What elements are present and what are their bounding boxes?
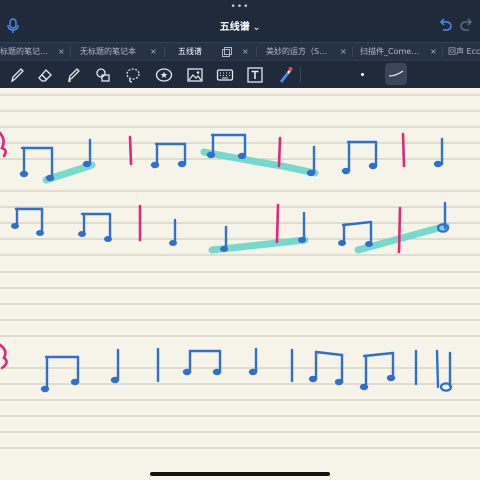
note-head [308,375,318,383]
home-indicator[interactable] [150,472,330,476]
note-head [306,169,316,177]
note-head [82,160,92,168]
note-head [11,223,19,229]
note-head [338,240,346,246]
note-head [177,160,187,168]
note-head [104,236,112,242]
bar-line [435,349,440,389]
note-head [150,161,160,169]
note-head [341,167,351,175]
note-head [365,241,373,247]
magenta-marks [0,131,406,370]
blue-notes [14,133,452,391]
note-head [368,162,378,170]
note-head [45,174,55,182]
note-head [36,230,44,236]
note-head [70,378,80,386]
note-head [78,231,86,237]
note-head [248,368,258,376]
note-head [19,170,29,178]
highlight-strokes [42,148,450,254]
note-head [237,152,247,160]
note-head [433,160,443,168]
staff-lines [0,94,480,449]
note-head [206,151,216,159]
note-head [40,385,50,393]
note-head [334,378,344,386]
note-head [212,368,222,376]
note-head [182,368,192,376]
note-head [110,376,120,384]
note-head [169,240,177,246]
note-head [298,237,306,243]
note-head [359,383,369,391]
note-head [386,374,396,382]
bar-line [277,136,282,168]
note-head [220,246,228,252]
music-notation-canvas [0,94,480,449]
